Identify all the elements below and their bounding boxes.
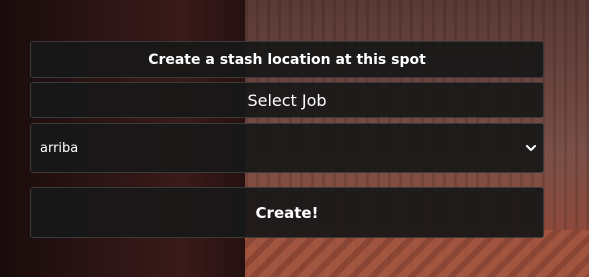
create-button[interactable]: Create! (30, 187, 544, 238)
job-select-value: arriba (40, 140, 79, 156)
stash-create-panel: Create a stash location at this spot Sel… (30, 41, 544, 238)
chevron-down-icon (525, 142, 537, 154)
panel-title: Create a stash location at this spot (30, 41, 544, 78)
job-select[interactable]: arriba (30, 123, 544, 173)
select-job-label-text: Select Job (247, 90, 327, 110)
create-button-label: Create! (255, 203, 319, 222)
panel-title-text: Create a stash location at this spot (148, 51, 426, 68)
select-job-label: Select Job (30, 82, 544, 118)
